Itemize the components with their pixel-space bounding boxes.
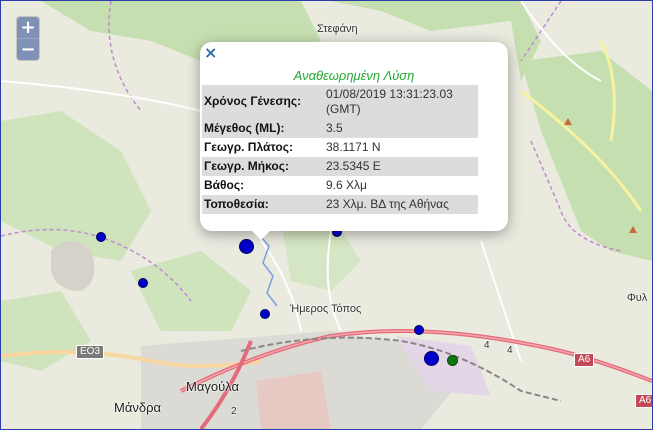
quake-marker-latest[interactable] bbox=[447, 355, 458, 366]
detail-value: 9.6 Χλμ bbox=[326, 178, 367, 192]
zoom-out-button[interactable]: − bbox=[17, 38, 39, 60]
road-shield-a6b: Α6 bbox=[635, 394, 652, 408]
detail-value: 23 Χλμ. ΒΔ της Αθήνας bbox=[324, 195, 478, 214]
map-view[interactable]: Στεφάνη Ήμερος Τόπος Μαγούλα Μάνδρα Φυλ … bbox=[0, 0, 653, 430]
place-label-stefani: Στεφάνη bbox=[317, 23, 358, 35]
place-label-imeros-topos: Ήμερος Τόπος bbox=[290, 303, 362, 315]
popup-tip bbox=[252, 231, 270, 240]
detail-value: 38.1171 N bbox=[326, 140, 381, 154]
quake-marker[interactable] bbox=[414, 325, 424, 335]
detail-key: Τοποθεσία: bbox=[202, 195, 324, 214]
quake-marker[interactable] bbox=[260, 309, 270, 319]
place-label-fyli: Φυλ bbox=[627, 292, 648, 304]
quake-marker-selected[interactable] bbox=[239, 239, 254, 254]
popup-title: Αναθεωρημένη Λύση bbox=[293, 68, 415, 83]
detail-value: 01/08/2019 13:31:23.03 (GMT) bbox=[324, 85, 478, 119]
road-number-4b: 4 bbox=[507, 345, 513, 356]
road-number-4a: 4 bbox=[484, 340, 490, 351]
road-shield-e03: ΕΟ3 bbox=[76, 345, 105, 359]
quake-marker[interactable] bbox=[138, 278, 148, 288]
place-label-magoula: Μαγούλα bbox=[186, 379, 240, 394]
road-number-2: 2 bbox=[231, 406, 237, 417]
zoom-in-button[interactable]: + bbox=[17, 17, 39, 38]
zoom-control: + − bbox=[17, 17, 39, 60]
detail-row-location: Τοποθεσία: 23 Χλμ. ΒΔ της Αθήνας bbox=[202, 195, 478, 214]
detail-key: Χρόνος Γένεσης: bbox=[202, 85, 324, 119]
detail-value: 3.5 bbox=[324, 119, 478, 138]
detail-row-longitude: Γεωγρ. Μήκος: 23.5345 E bbox=[202, 157, 478, 176]
detail-key: Γεωγρ. Μήκος: bbox=[202, 157, 324, 176]
earthquake-details-table: Χρόνος Γένεσης: 01/08/2019 13:31:23.03 (… bbox=[202, 85, 478, 214]
popup-close-button[interactable]: × bbox=[204, 45, 217, 61]
earthquake-popup: × Αναθεωρημένη Λύση Χρόνος Γένεσης: 01/0… bbox=[200, 42, 508, 240]
detail-row-origin-time: Χρόνος Γένεσης: 01/08/2019 13:31:23.03 (… bbox=[202, 85, 478, 119]
quake-marker[interactable] bbox=[96, 232, 106, 242]
detail-row-magnitude: Μέγεθος (ML): 3.5 bbox=[202, 119, 478, 138]
detail-key: Μέγεθος (ML): bbox=[202, 119, 324, 138]
detail-value: 23.5345 E bbox=[324, 157, 478, 176]
place-label-mandra: Μάνδρα bbox=[114, 400, 161, 415]
detail-row-latitude: Γεωγρ. Πλάτος: 38.1171 N bbox=[202, 138, 478, 157]
detail-key: Γεωγρ. Πλάτος: bbox=[204, 140, 293, 154]
detail-key: Βάθος: bbox=[204, 178, 245, 192]
road-shield-a6: Α6 bbox=[574, 353, 595, 367]
detail-row-depth: Βάθος: 9.6 Χλμ bbox=[202, 176, 478, 195]
quake-marker[interactable] bbox=[424, 351, 439, 366]
